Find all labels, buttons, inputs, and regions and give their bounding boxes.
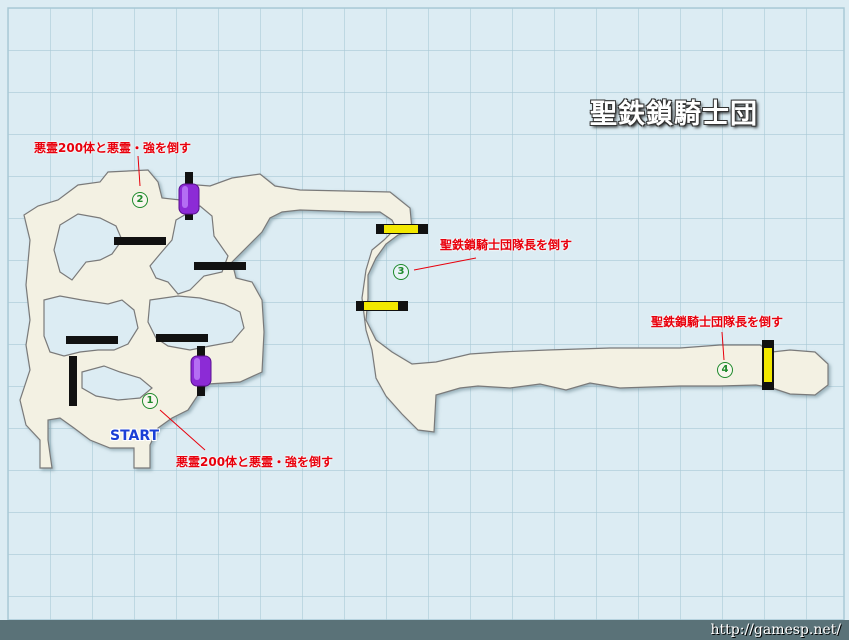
marker-3: 3 [393, 264, 409, 280]
barrier [194, 262, 246, 270]
objective-label-2: 悪霊200体と悪霊・強を倒す [34, 141, 192, 155]
barrier [114, 237, 166, 245]
barrier [66, 336, 118, 344]
objective-label-1: 悪霊200体と悪霊・強を倒す [176, 455, 334, 469]
yellow-gate [356, 301, 408, 311]
yellow-gate [376, 224, 428, 234]
source-url: http://gamesp.net/ [710, 622, 842, 638]
marker-4: 4 [717, 362, 733, 378]
barrier [69, 356, 77, 406]
map-title: 聖鉄鎖騎士団 [590, 99, 758, 130]
marker-2: 2 [132, 192, 148, 208]
start-label: START [110, 428, 160, 444]
yellow-gate [762, 340, 774, 390]
objective-label-3: 聖鉄鎖騎士団隊長を倒す [440, 238, 573, 252]
marker-1: 1 [142, 393, 158, 409]
objective-label-4: 聖鉄鎖騎士団隊長を倒す [651, 315, 784, 329]
barrier [156, 334, 208, 342]
